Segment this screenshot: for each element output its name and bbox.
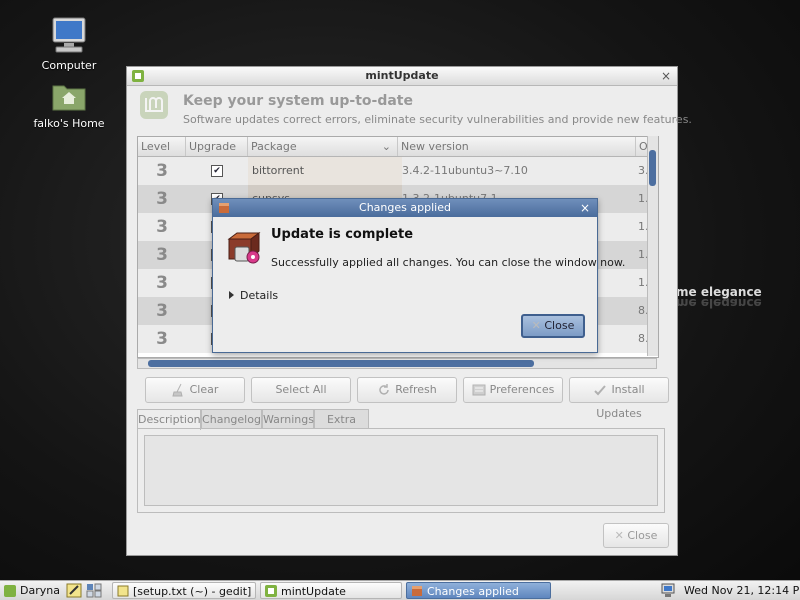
row-package: bittorrent [248,157,402,185]
window-close-button[interactable]: ✕ Close [603,523,669,548]
row-level: 3 [156,161,168,181]
clear-button[interactable]: Clear [145,377,245,403]
tab-warnings[interactable]: Warnings [262,409,314,429]
column-header-new-version[interactable]: New version [398,137,636,156]
row-level: 3 [156,329,168,349]
preferences-icon [472,384,486,396]
broom-icon [171,383,183,397]
list-column-headers: Level Upgrade Package ⌄ New version Old [138,137,658,157]
package-icon [412,586,422,596]
close-x-icon: ✕ [531,319,541,332]
row-level: 3 [156,301,168,321]
dialog-close-icon[interactable]: × [580,199,590,217]
list-horizontal-scrollbar[interactable] [137,358,657,369]
action-toolbar: Clear Select All Refresh Preferences Ins… [145,377,670,420]
window-header: Keep your system up-to-date Software upd… [127,86,692,128]
window-close-icon[interactable]: × [661,67,671,85]
scrollbar-thumb[interactable] [148,360,534,367]
details-expander[interactable]: Details [229,289,278,302]
row-level: 3 [156,245,168,265]
column-header-upgrade[interactable]: Upgrade [186,137,248,156]
computer-icon [52,17,86,53]
text-editor-launcher-icon[interactable] [66,583,82,598]
row-new-version: 3.4.2-11ubuntu3~7.10 [402,164,528,177]
description-textview[interactable] [144,435,658,506]
desktop-icon-computer[interactable]: Computer [29,16,109,72]
background-text: me elegance me elegance [676,285,762,310]
dialog-title: Changes applied [359,201,451,214]
package-install-icon [227,232,261,264]
list-vertical-scrollbar[interactable] [647,136,658,356]
changes-applied-dialog: Changes applied × Update is complete Suc… [212,198,625,353]
package-icon [219,203,229,213]
tab-changelog[interactable]: Changelog [201,409,262,429]
row-level: 3 [156,189,168,209]
gedit-icon [117,585,129,597]
column-header-level[interactable]: Level [138,137,186,156]
workspace-switcher-icon[interactable] [86,583,102,598]
header-subtitle: Software updates correct errors, elimina… [183,113,692,126]
desktop-icon-label: falko's Home [33,117,105,130]
desktop-icon-home[interactable]: falko's Home [29,80,109,130]
taskbar: Daryna [setup.txt (~) - gedit] mintUpdat… [0,580,800,600]
clock[interactable]: Wed Nov 21, 12:14 PM [684,582,800,600]
window-titlebar[interactable]: mintUpdate × [127,67,677,86]
expander-triangle-icon [229,291,234,299]
mintupdate-app-icon [132,70,144,82]
close-x-icon: ✕ [614,529,624,542]
refresh-icon [379,384,389,395]
tab-extra-info[interactable]: Extra Info [314,409,369,446]
sort-chevron-down-icon: ⌄ [381,140,391,153]
network-icon[interactable] [660,583,676,598]
dialog-titlebar[interactable]: Changes applied × [213,199,597,217]
mint-menu-icon [4,585,16,597]
refresh-button[interactable]: Refresh [357,377,457,403]
mint-logo-icon [140,91,168,119]
taskbar-item-changes-applied[interactable]: Changes applied [406,582,551,599]
row-level: 3 [156,217,168,237]
tab-panel [137,428,665,513]
preferences-button[interactable]: Preferences [463,377,563,403]
taskbar-item-gedit[interactable]: [setup.txt (~) - gedit] [112,582,256,599]
upgrade-checkbox[interactable]: ✔ [211,165,223,177]
main-menu-button[interactable]: Daryna [4,582,60,600]
window-title: mintUpdate [365,69,439,82]
scrollbar-thumb[interactable] [649,150,656,186]
tab-description[interactable]: Description [137,409,201,430]
row-level: 3 [156,273,168,293]
taskbar-item-mintupdate[interactable]: mintUpdate [260,582,402,599]
mintupdate-app-icon [265,585,277,597]
home-folder-icon [52,85,86,111]
header-title: Keep your system up-to-date [183,93,413,109]
dialog-heading: Update is complete [271,227,414,242]
table-row[interactable]: 3 ✔ bittorrent 3.4.2-11ubuntu3~7.10 3.4 [138,157,658,185]
dialog-close-button[interactable]: ✕ Close [521,314,585,338]
install-updates-button[interactable]: Install Updates [569,377,669,420]
install-icon [594,385,607,396]
dialog-message: Successfully applied all changes. You ca… [271,256,626,269]
desktop-icon-label: Computer [41,59,97,72]
column-header-package[interactable]: Package ⌄ [248,137,398,156]
select-all-button[interactable]: Select All [251,377,351,403]
